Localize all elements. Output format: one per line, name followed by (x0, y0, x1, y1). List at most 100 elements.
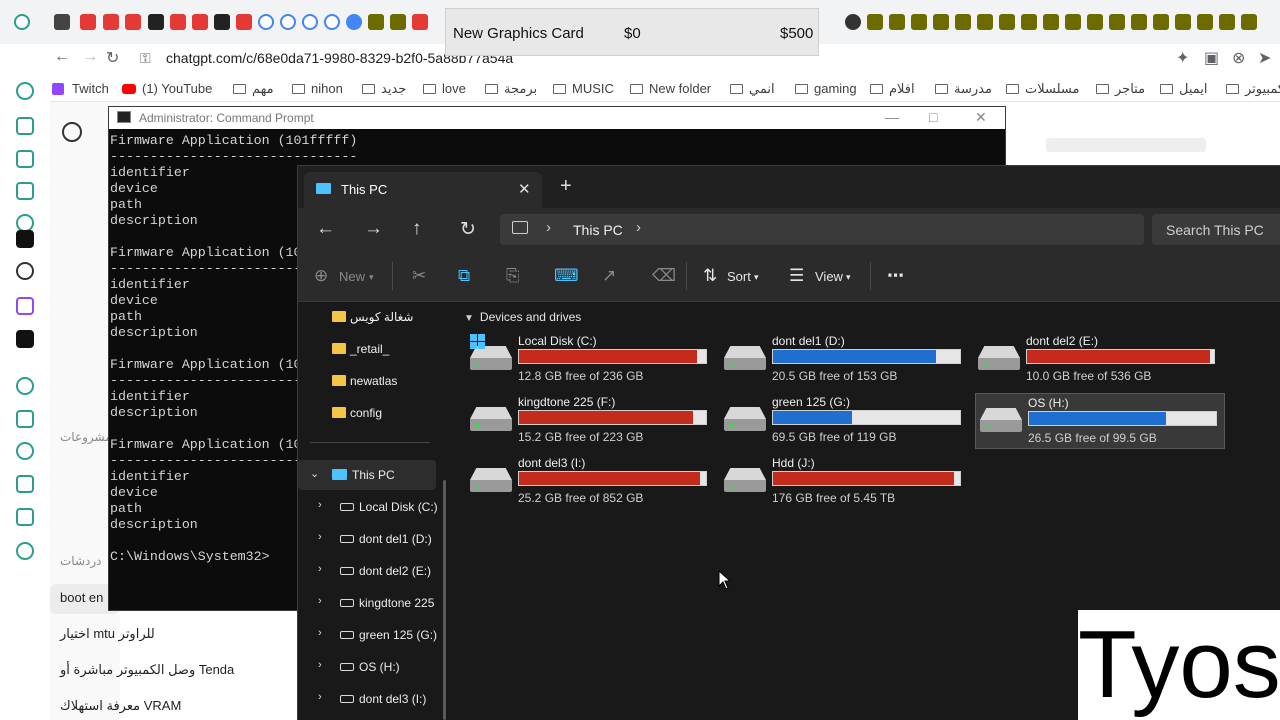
breadcrumb[interactable]: › This PC › (500, 214, 1144, 245)
heart-icon[interactable] (16, 442, 34, 460)
twitch-icon[interactable] (16, 297, 34, 315)
close-icon[interactable]: ✕ (975, 109, 987, 126)
app-icon[interactable] (14, 14, 30, 30)
drive-tile[interactable]: Hdd (J:) 176 GB free of 5.45 TB (720, 454, 970, 510)
tab-icon[interactable] (1043, 14, 1059, 30)
tab-icon[interactable] (1131, 14, 1147, 30)
drive-tile[interactable]: Local Disk (C:) 12.8 GB free of 236 GB (466, 332, 716, 388)
back-icon[interactable]: ← (54, 48, 70, 66)
paste-icon[interactable]: ⎘ (506, 266, 520, 286)
back-icon[interactable]: ← (316, 218, 335, 240)
tab-icon[interactable] (1087, 14, 1103, 30)
bookmark-twitch[interactable]: Twitch (52, 81, 109, 96)
openai-icon[interactable] (16, 262, 34, 280)
tab-icon[interactable] (125, 14, 141, 30)
chevron-down-icon[interactable]: ⌄ (310, 467, 319, 480)
bookmark-folder[interactable]: مسلسلات (1006, 81, 1079, 97)
tab-icon[interactable] (1175, 14, 1191, 30)
nav-item-drive[interactable]: › OS (H:) (298, 652, 436, 682)
anthropic-icon[interactable] (16, 230, 34, 248)
nav-item-drive[interactable]: › dont del3 (I:) (298, 684, 436, 714)
lock-icon[interactable]: ⚿ (140, 50, 151, 67)
bookmark-folder[interactable]: MUSIC (553, 81, 614, 96)
tab-icon[interactable] (1241, 14, 1257, 30)
bookmark-folder[interactable]: انمي (730, 81, 775, 97)
chevron-right-icon[interactable]: › (318, 563, 322, 575)
drive-tile[interactable]: dont del2 (E:) 10.0 GB free of 536 GB (974, 332, 1224, 388)
chat-item[interactable]: معرفة استهلاك VRAM (60, 698, 181, 714)
openai-logo-icon[interactable] (62, 122, 82, 142)
share-icon[interactable]: ↗ (602, 266, 616, 286)
tab-icon[interactable] (889, 14, 905, 30)
puzzle-icon[interactable] (16, 508, 34, 526)
chat-item[interactable]: وصل الكمبيوتر مباشرة أو Tenda (60, 662, 234, 678)
chevron-right-icon[interactable]: › (318, 627, 322, 639)
view-icon[interactable]: ☰ (789, 266, 804, 286)
tab-icon[interactable] (1109, 14, 1125, 30)
new-button[interactable]: New (339, 269, 365, 284)
bookmark-folder[interactable]: gaming (795, 81, 857, 96)
tab-this-pc[interactable]: This PC ✕ (304, 172, 542, 208)
cut-icon[interactable]: ✂ (412, 266, 426, 286)
chevron-right-icon[interactable]: › (546, 219, 551, 236)
drive-tile[interactable]: green 125 (G:) 69.5 GB free of 119 GB (720, 393, 970, 449)
more-options-icon[interactable]: ⋯ (887, 266, 904, 286)
cmd-title-bar[interactable]: Administrator: Command Prompt — □ ✕ (109, 107, 1005, 129)
maximize-icon[interactable]: □ (929, 109, 937, 125)
bookmark-folder[interactable]: مهم (233, 81, 274, 97)
tab-icon[interactable] (346, 14, 362, 30)
view-button[interactable]: View (815, 269, 843, 284)
rename-icon[interactable]: ⌨ (554, 266, 579, 286)
tab-icon[interactable] (955, 14, 971, 30)
tab-icon[interactable] (148, 14, 164, 30)
quick-access-item[interactable]: newatlas (332, 374, 397, 388)
close-circle-icon[interactable]: ⊗ (1232, 48, 1245, 68)
quick-access-item[interactable]: شغالة كويس (332, 310, 413, 324)
x-icon[interactable] (16, 330, 34, 348)
cube-icon[interactable] (16, 475, 34, 493)
breadcrumb-this-pc[interactable]: This PC (573, 222, 623, 238)
chevron-right-icon[interactable]: › (318, 531, 322, 543)
chevron-right-icon[interactable]: › (318, 659, 322, 671)
chevron-right-icon[interactable]: › (318, 691, 322, 703)
tab-icon[interactable] (390, 14, 406, 30)
bookmark-folder[interactable]: افلام (870, 81, 915, 97)
nav-item-this-pc[interactable]: ⌄ This PC (298, 460, 436, 490)
send-icon[interactable] (16, 410, 34, 428)
minimize-icon[interactable]: — (885, 109, 899, 125)
tab-icon[interactable] (302, 14, 318, 30)
tab-icon[interactable] (412, 14, 428, 30)
scrollbar[interactable] (443, 480, 446, 720)
tab-icon[interactable] (867, 14, 883, 30)
tab-icon[interactable] (103, 14, 119, 30)
bookmark-folder[interactable]: nihon (292, 81, 343, 96)
up-icon[interactable]: ↑ (412, 218, 422, 240)
nav-item-drive[interactable]: › Local Disk (C:) (298, 492, 438, 522)
new-icon[interactable]: ⊕ (314, 266, 328, 286)
play-icon[interactable] (16, 377, 34, 395)
tab-icon[interactable] (977, 14, 993, 30)
section-header[interactable]: ▼ Devices and drives (464, 310, 581, 324)
bookmark-folder[interactable]: New folder (630, 81, 711, 96)
extension-icon[interactable]: ➤ (1258, 48, 1271, 68)
chat-item[interactable]: اختيار mtu للراوتر (60, 626, 155, 642)
drive-tile[interactable]: OS (H:) 26.5 GB free of 99.5 GB (975, 393, 1225, 449)
refresh-icon[interactable]: ↻ (460, 218, 476, 241)
search-box[interactable]: Search This PC (1152, 214, 1280, 245)
bookmark-folder[interactable]: ايميل (1160, 81, 1208, 97)
nav-item-drive[interactable]: › kingdtone 225 (298, 588, 436, 618)
chevron-right-icon[interactable]: › (318, 595, 322, 607)
bookmark-folder[interactable]: مدرسة (935, 81, 992, 97)
chevron-right-icon[interactable]: › (318, 499, 322, 511)
close-tab-icon[interactable]: ✕ (518, 180, 531, 198)
sort-button[interactable]: Sort (727, 269, 751, 284)
tab-icon[interactable] (1021, 14, 1037, 30)
tab-icon[interactable] (1065, 14, 1081, 30)
bookmark-folder[interactable]: love (423, 81, 466, 96)
tab-icon[interactable] (324, 14, 340, 30)
gear-icon[interactable] (16, 542, 34, 560)
forward-icon[interactable]: → (82, 48, 98, 66)
tab-icon[interactable] (368, 14, 384, 30)
forward-icon[interactable]: → (364, 218, 383, 240)
tab-icon[interactable] (80, 14, 96, 30)
